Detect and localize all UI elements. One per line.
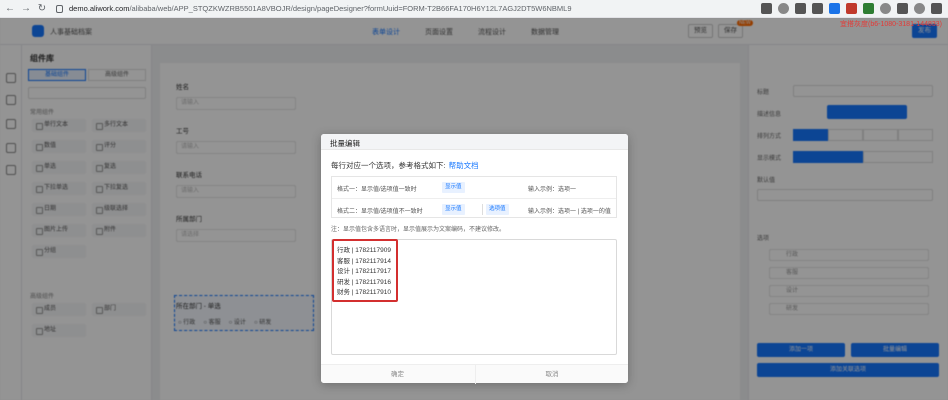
dialog-footer: 确定 取消 xyxy=(321,364,628,384)
extension-off2-icon[interactable] xyxy=(812,3,823,14)
format-row: 格式二：显示值/选项值不一致时 显示值 选项值 输入示例：选项一 | 选项一的值 xyxy=(332,198,616,219)
format-tag: 显示值 xyxy=(442,182,465,193)
dialog-description: 每行对应一个选项，参考格式如下: 帮助文档 xyxy=(331,160,479,171)
format-tag: 显示值 xyxy=(442,204,465,215)
extension-green-icon[interactable] xyxy=(863,3,874,14)
forward-icon[interactable]: → xyxy=(20,3,32,15)
url-domain: demo.aliwork.com xyxy=(69,4,130,13)
format-example: 输入示例：选项一 | 选项一的值 xyxy=(528,209,611,215)
format-label: 格式二：显示值/选项值不一致时 xyxy=(337,209,423,215)
back-icon[interactable]: ← xyxy=(4,3,16,15)
description-text: 每行对应一个选项，参考格式如下: xyxy=(331,161,446,170)
format-label: 格式一：显示值/选项值一致时 xyxy=(337,187,417,193)
dialog-note: 注：显示值包含多语言时，显示值展示为文案编码，不建议修改。 xyxy=(331,227,506,233)
confirm-button[interactable]: 确定 xyxy=(321,365,474,384)
batch-edit-dialog: 批量编辑 每行对应一个选项，参考格式如下: 帮助文档 格式一：显示值/选项值一致时… xyxy=(321,134,628,384)
profile-icon[interactable] xyxy=(914,3,925,14)
cancel-button[interactable]: 取消 xyxy=(475,365,628,384)
format-example: 输入示例：选项一 xyxy=(528,187,577,193)
extensions-bar xyxy=(761,3,942,14)
bookmark-star-icon[interactable] xyxy=(778,3,789,14)
address-bar[interactable]: demo.aliwork.com/alibaba/web/APP_STQZKWZ… xyxy=(56,2,572,15)
format-separator xyxy=(482,204,483,215)
extension-red-icon[interactable] xyxy=(846,3,857,14)
lock-icon xyxy=(56,4,63,13)
highlight-annotation xyxy=(332,239,398,302)
dialog-title: 批量编辑 xyxy=(330,139,360,148)
reload-icon[interactable]: ↻ xyxy=(36,3,48,15)
format-tag: 选项值 xyxy=(486,204,509,215)
share-icon[interactable] xyxy=(761,3,772,14)
menu-icon[interactable] xyxy=(931,3,942,14)
puzzle-icon[interactable] xyxy=(897,3,908,14)
format-examples: 格式一：显示值/选项值一致时 显示值 输入示例：选项一 格式二：显示值/选项值不… xyxy=(331,176,617,218)
help-doc-link[interactable]: 帮助文档 xyxy=(449,161,479,170)
extension-circle-icon[interactable] xyxy=(880,3,891,14)
user-info: 宜搭灰度(b6-1080-3181-144833) xyxy=(840,21,942,28)
browser-toolbar: ← → ↻ demo.aliwork.com/alibaba/web/APP_S… xyxy=(0,0,948,18)
format-row: 格式一：显示值/选项值一致时 显示值 输入示例：选项一 xyxy=(332,177,616,198)
extension-icon[interactable] xyxy=(829,3,840,14)
dialog-header: 批量编辑 xyxy=(321,134,628,150)
url-path: /alibaba/web/APP_STQZKWZRB5501A8VBOJR/de… xyxy=(129,4,572,13)
extension-off-icon[interactable] xyxy=(795,3,806,14)
